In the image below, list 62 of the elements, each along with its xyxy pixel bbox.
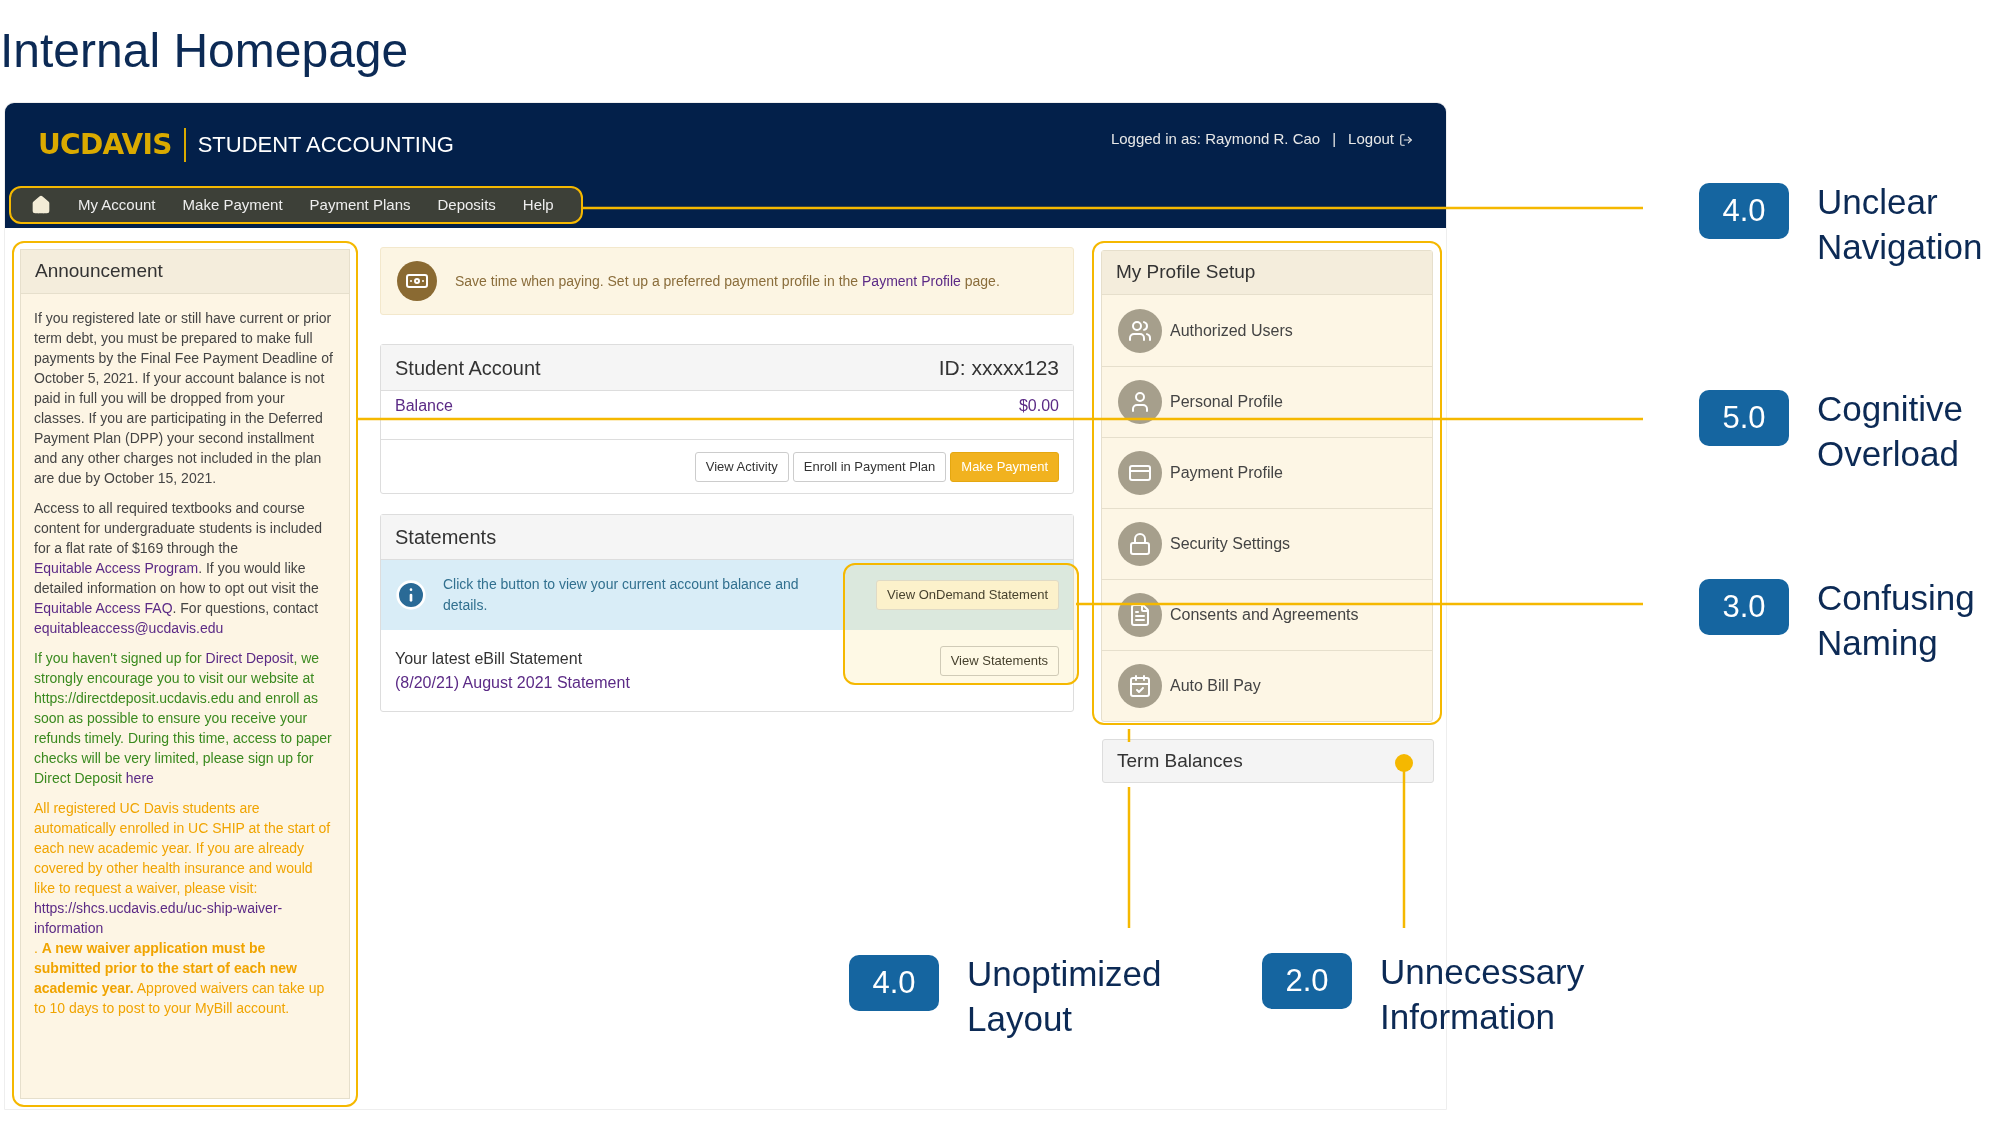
app-name: STUDENT ACCOUNTING <box>197 131 454 159</box>
panel-title: Statements <box>395 525 497 550</box>
banknote-icon <box>397 261 437 301</box>
callout-label: Confusing Naming <box>1817 577 1975 664</box>
profile-item[interactable]: Authorized Users <box>1102 295 1432 366</box>
panel-title: Announcement <box>35 259 163 284</box>
profile-icon <box>1118 308 1162 353</box>
logo: UCDAVIS <box>38 126 172 163</box>
logout-icon <box>1399 132 1413 147</box>
profile-icon <box>1118 593 1162 637</box>
alert-text: Save time when paying. Set up a preferred payment profile in the Payment Profile page. <box>455 271 1000 291</box>
announcement-text: If you haven't signed up for Direct Deposit, we strongly encourage you to visit our website at https://directdeposit.ucdavis.edu and enroll as soon as possible to ensure you receive your refunds timely. During this time, access to paper checks will be very limited, please sign up for Direct Deposit here <box>34 649 333 788</box>
home-icon[interactable] <box>31 195 51 215</box>
score-badge: 5.0 <box>1699 390 1789 446</box>
action-button[interactable]: View Activity <box>694 451 789 482</box>
profile-item[interactable]: Payment Profile <box>1102 437 1432 508</box>
slide-title: Internal Homepage <box>0 27 409 75</box>
callout-label: Unnecessary Information <box>1380 951 1585 1038</box>
text-link[interactable]: Payment Profile <box>862 272 961 289</box>
separator: | <box>1332 129 1337 150</box>
nav-item[interactable]: My Account <box>78 193 156 217</box>
statement-label: Your latest eBill Statement <box>395 648 584 669</box>
nav-item[interactable]: Make Payment <box>182 193 283 217</box>
score-badge: 4.0 <box>849 955 939 1011</box>
panel-title: My Profile Setup <box>1116 260 1256 285</box>
text-link[interactable]: https://shcs.ucdavis.edu/uc-ship-waiver-information <box>34 898 336 938</box>
text-link[interactable]: equitableaccess@ucdavis.edu <box>34 620 224 636</box>
score-badge: 3.0 <box>1699 579 1789 635</box>
profile-icon <box>1118 451 1162 495</box>
action-button[interactable]: View OnDemand Statement <box>876 580 1059 610</box>
logged-in-user: Logged in as: Raymond R. Cao <box>1110 129 1321 150</box>
action-button[interactable]: View Statements <box>939 645 1059 676</box>
info-icon <box>395 579 427 611</box>
student-id: ID: xxxxx123 <box>938 354 1059 381</box>
nav-item[interactable]: Deposits <box>437 193 496 217</box>
info-text: Click the button to view your current account balance and details. <box>443 575 800 615</box>
callout-label: Unclear Navigation <box>1817 181 1983 268</box>
statement-link[interactable]: (8/20/21) August 2021 Statement <box>395 670 630 695</box>
balance-amount: $0.00 <box>1018 396 1059 416</box>
logout-link[interactable]: Logout <box>1348 128 1413 151</box>
text-link[interactable]: here <box>125 770 154 786</box>
profile-item[interactable]: Personal Profile <box>1102 366 1432 437</box>
panel-title: Student Account <box>395 355 541 381</box>
callout-label: Cognitive Overload <box>1817 388 1963 475</box>
term-balances-panel[interactable]: Term Balances <box>1102 739 1434 783</box>
profile-icon <box>1118 522 1162 566</box>
text-link[interactable]: Equitable Access FAQ <box>34 600 173 616</box>
nav-item[interactable]: Payment Plans <box>309 193 411 217</box>
profile-item[interactable]: Auto Bill Pay <box>1102 650 1432 721</box>
profile-icon <box>1118 380 1162 424</box>
nav-item[interactable]: Help <box>522 193 554 217</box>
announcement-text: All registered UC Davis students are automatically enrolled in UC SHIP at the start of each new academic year. If you are already covered by other health insurance and would like to request a waiver, please visit: https://shcs.ucdavis.edu/uc-ship-waiver-information . A new waiver application must be submitted prior to the start of each new academic year. Approved waivers can take up to 10 days to post to your MyBill account. <box>34 798 336 1018</box>
score-badge: 2.0 <box>1262 953 1352 1009</box>
callout-label: Unoptimized Layout <box>967 953 1162 1040</box>
score-badge: 4.0 <box>1699 183 1789 239</box>
profile-item[interactable]: Consents and Agreements <box>1102 579 1432 650</box>
action-button[interactable]: Enroll in Payment Plan <box>792 451 947 482</box>
balance-link[interactable]: Balance <box>395 394 453 418</box>
profile-item[interactable]: Security Settings <box>1102 508 1432 579</box>
announcement-text: Access to all required textbooks and course content for undergraduate students is included for a flat rate of $169 through the Equitable Access Program. If you would like detailed information on how to opt out visit the Equitable Access FAQ. For questions, contact equitableaccess@ucdavis.edu <box>34 499 323 638</box>
profile-icon <box>1118 664 1162 708</box>
announcement-text: If you registered late or still have current or prior term debt, you must be prepared to make full payments by the Final Fee Payment Deadline of October 5, 2021. If your account balance is not paid in full you will be dropped from your classes. If you are participating in the Deferred Payment Plan (DPP) your second installment and any other charges not included in the plan are due by October 15, 2021. <box>34 309 334 488</box>
